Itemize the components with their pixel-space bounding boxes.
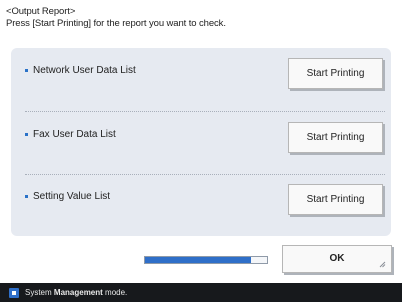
start-printing-button[interactable]: Start Printing [288, 122, 383, 153]
report-row-network-user: Network User Data List Start Printing [11, 48, 391, 98]
screen-instruction: Press [Start Printing] for the report yo… [6, 18, 226, 29]
report-label: Fax User Data List [25, 129, 116, 140]
report-label: Network User Data List [25, 65, 136, 76]
report-row-fax-user: Fax User Data List Start Printing [11, 112, 391, 162]
bullet-icon [25, 195, 28, 198]
machine-status-icon [9, 287, 19, 298]
resize-corner-icon [379, 261, 386, 268]
bullet-icon [25, 69, 28, 72]
report-label-text: Network User Data List [33, 65, 136, 76]
ok-label: OK [329, 253, 345, 264]
progress-bar [144, 256, 268, 264]
screen-header: <Output Report> Press [Start Printing] f… [6, 6, 396, 30]
status-bar: System Management mode. [0, 283, 402, 302]
report-list-panel: Network User Data List Start Printing Fa… [11, 48, 391, 236]
start-printing-button[interactable]: Start Printing [288, 184, 383, 215]
report-label-text: Fax User Data List [33, 129, 116, 140]
status-text: System Management mode. [25, 288, 128, 297]
report-label: Setting Value List [25, 191, 110, 202]
screen-title: <Output Report> [6, 6, 76, 17]
bullet-icon [25, 133, 28, 136]
start-printing-button[interactable]: Start Printing [288, 58, 383, 89]
report-row-setting-value: Setting Value List Start Printing [11, 174, 391, 224]
ok-button[interactable]: OK [282, 245, 392, 273]
report-label-text: Setting Value List [33, 191, 111, 202]
progress-fill [145, 257, 252, 263]
